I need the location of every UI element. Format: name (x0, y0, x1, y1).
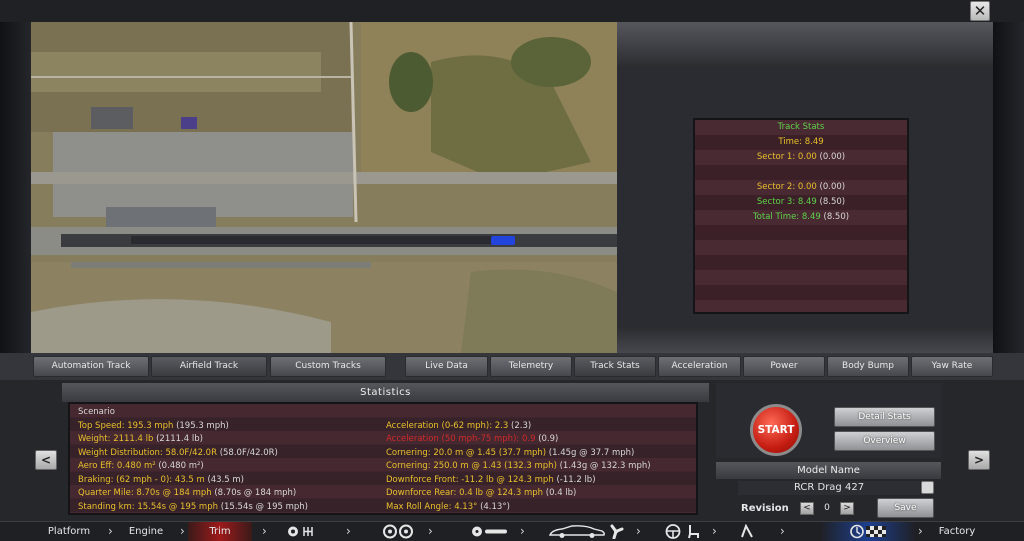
next-page-button[interactable]: > (968, 450, 990, 470)
panel-header (617, 22, 993, 68)
nav-engine[interactable]: Engine (116, 522, 176, 541)
close-button[interactable]: ✕ (970, 1, 990, 21)
testing-checkered-flag-icon (850, 524, 886, 539)
stat-quarter-mile: Quarter Mile: 8.70s @ 184 mph (8.70s @ 1… (78, 488, 297, 498)
detail-stats-button[interactable]: Detail Stats (834, 407, 935, 427)
tab-track-stats[interactable]: Track Stats (574, 356, 656, 377)
scenario-label: Scenario (78, 407, 115, 417)
nav-chevron-icon: › (636, 524, 641, 538)
revision-value: 0 (824, 503, 830, 513)
stat-cornering-low: Cornering: 20.0 m @ 1.45 (37.7 mph) (1.4… (386, 447, 635, 458)
bottom-section: < > Statistics Scenario Top Speed: 195.3… (0, 380, 1024, 521)
nav-chevron-icon: › (180, 524, 185, 538)
right-rail (993, 22, 1024, 377)
nav-chevron-icon: › (346, 524, 351, 538)
save-button[interactable]: Save (877, 498, 934, 518)
overview-button[interactable]: Overview (834, 431, 935, 451)
track-time: Time: 8.49 (778, 137, 824, 147)
nav-chevron-icon: › (712, 524, 717, 538)
tab-airfield-track[interactable]: Airfield Track (151, 356, 267, 377)
sector-2: Sector 2: 0.00 (0.00) (756, 182, 846, 192)
total-time: Total Time: 8.49 (8.50) (752, 212, 850, 222)
nav-testing[interactable] (820, 522, 916, 541)
stat-top-speed: Top Speed: 195.3 mph (195.3 mph) (78, 420, 229, 431)
stat-acceleration-50-75: Acceleration (50 mph-75 mph): 0.9 (0.9) (386, 434, 559, 444)
stat-standing-km: Standing km: 15.54s @ 195 mph (15.54s @ … (78, 501, 308, 512)
nav-chevron-icon: › (520, 524, 525, 538)
track-stats-box: Track Stats Time: 8.49 Sector 1: 0.00 (0… (693, 118, 909, 314)
stat-downforce-front: Downforce Front: -11.2 lb @ 124.3 mph (-… (386, 474, 596, 485)
tab-power[interactable]: Power (743, 356, 825, 377)
interior-icon[interactable] (740, 524, 754, 539)
suspension-icon[interactable] (470, 524, 510, 539)
car-body-icon[interactable] (548, 524, 606, 539)
stat-weight-distribution: Weight Distribution: 58.0F/42.0R (58.0F/… (78, 447, 278, 458)
top-bar (0, 0, 1024, 22)
nav-chevron-icon: › (108, 524, 113, 538)
nav-chevron-icon: › (262, 524, 267, 538)
tab-custom-tracks[interactable]: Custom Tracks (270, 356, 386, 377)
nav-trim[interactable]: Trim (188, 522, 252, 541)
satellite-view (31, 22, 617, 353)
tab-acceleration[interactable]: Acceleration (658, 356, 741, 377)
track-stats-title: Track Stats (777, 122, 825, 132)
stat-acceleration-0-62: Acceleration (0-62 mph): 2.3 (2.3) (386, 420, 532, 431)
revision-label: Revision (741, 503, 789, 514)
tab-row: Automation Track Airfield Track Custom T… (0, 353, 1024, 380)
tab-automation-track[interactable]: Automation Track (33, 356, 149, 377)
stat-max-roll-angle: Max Roll Angle: 4.13° (4.13°) (386, 501, 510, 512)
stat-cornering-high: Cornering: 250.0 m @ 1.43 (132.3 mph) (1… (386, 461, 651, 471)
nav-chevron-icon: › (918, 524, 923, 538)
stat-braking: Braking: (62 mph - 0): 43.5 m (43.5 m) (78, 474, 244, 485)
stat-weight: Weight: 2111.4 lb (2111.4 lb) (78, 434, 203, 444)
track-stats-panel: Track Stats Time: 8.49 Sector 1: 0.00 (0… (617, 22, 993, 353)
bottom-nav: Platform › Engine › Trim › › › › › › › ›… (0, 521, 1024, 541)
nav-platform[interactable]: Platform (30, 522, 108, 541)
gearbox-icon[interactable] (286, 524, 322, 539)
seat-icon[interactable] (686, 524, 700, 539)
nav-chevron-icon: › (428, 524, 433, 538)
statistics-panel: Scenario Top Speed: 195.3 mph (195.3 mph… (68, 402, 698, 515)
sector-1: Sector 1: 0.00 (0.00) (756, 152, 846, 162)
start-button[interactable]: START (750, 404, 802, 456)
left-rail (0, 22, 31, 377)
stat-downforce-rear: Downforce Rear: 0.4 lb @ 124.3 mph (0.4 … (386, 488, 577, 498)
nav-chevron-icon: › (780, 524, 785, 538)
model-name-field[interactable]: RCR Drag 427 (738, 481, 920, 495)
stat-aero-eff: Aero Eff: 0.480 m² (0.480 m²) (78, 461, 204, 471)
sector-3: Sector 3: 8.49 (8.50) (756, 197, 846, 207)
wheels-icon[interactable] (382, 524, 416, 539)
tab-body-bump[interactable]: Body Bump (827, 356, 909, 377)
revision-increment-button[interactable]: > (840, 502, 854, 515)
nav-factory[interactable]: Factory (928, 522, 986, 541)
track-map[interactable] (31, 22, 617, 353)
tab-yaw-rate[interactable]: Yaw Rate (911, 356, 993, 377)
steering-wheel-icon[interactable] (664, 524, 682, 539)
revision-decrement-button[interactable]: < (800, 502, 814, 515)
panel-footer (617, 327, 993, 353)
fan-icon[interactable] (606, 524, 626, 539)
tab-live-data[interactable]: Live Data (405, 356, 488, 377)
edit-name-icon[interactable] (921, 481, 934, 494)
prev-page-button[interactable]: < (35, 450, 57, 470)
tab-telemetry[interactable]: Telemetry (490, 356, 572, 377)
model-name-header: Model Name (716, 462, 941, 479)
statistics-header: Statistics (62, 383, 709, 402)
